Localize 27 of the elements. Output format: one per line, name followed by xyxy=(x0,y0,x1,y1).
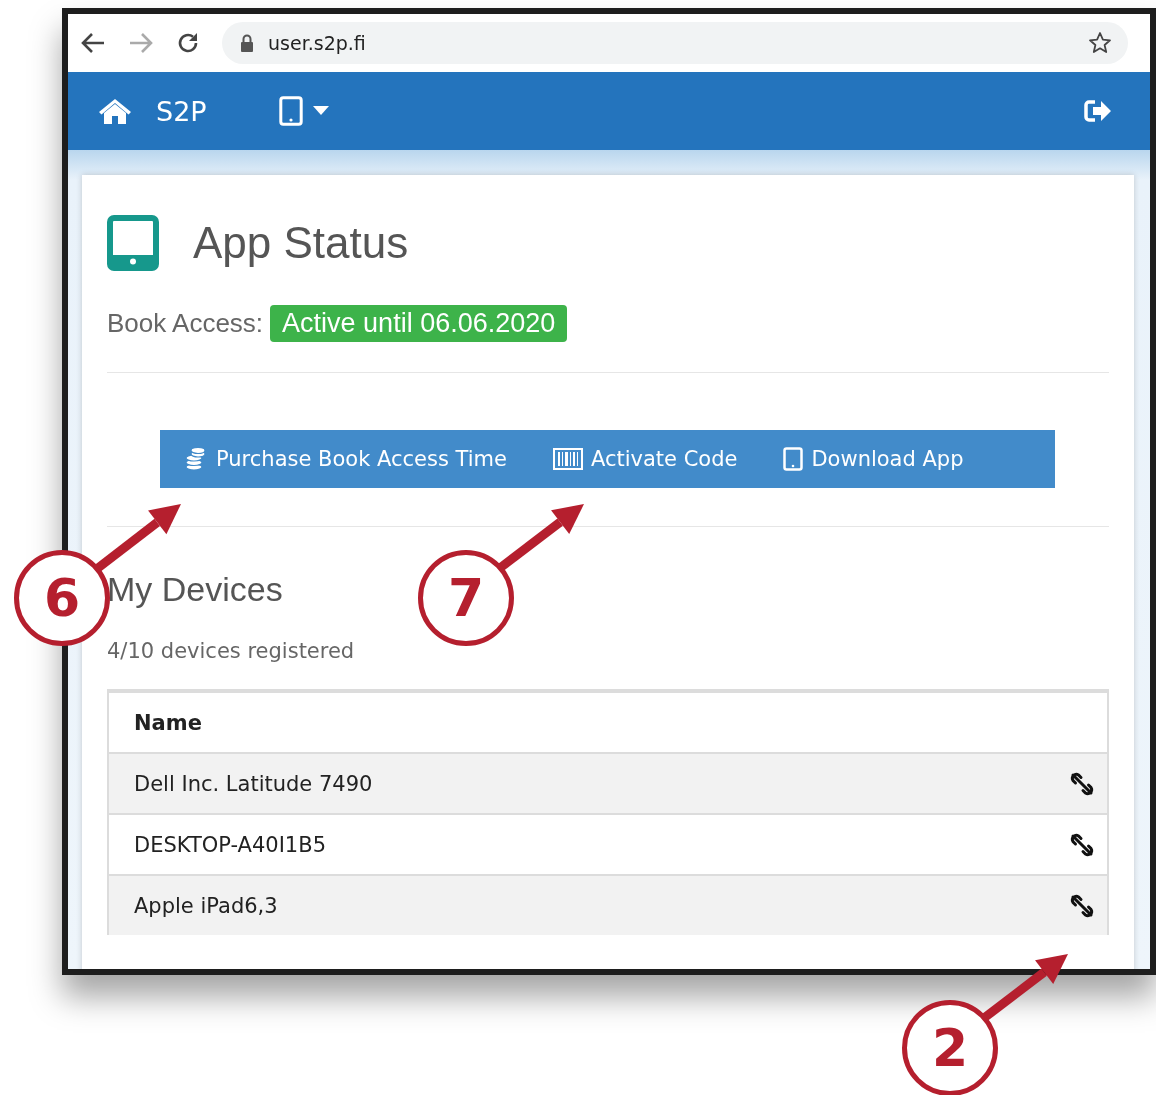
unlink-icon[interactable] xyxy=(1069,770,1095,797)
barcode-icon xyxy=(552,448,583,470)
tablet-icon xyxy=(783,447,804,471)
caret-icon[interactable] xyxy=(312,106,329,116)
page-title: App Status xyxy=(193,218,409,268)
unlink-icon[interactable] xyxy=(1069,831,1095,858)
star-icon[interactable] xyxy=(1088,31,1112,55)
table-cell-text: DESKTOP-A40I1B5 xyxy=(134,832,327,857)
lock-icon xyxy=(240,34,254,52)
table-cell-text: Dell Inc. Latitude 7490 xyxy=(134,771,374,796)
back-icon[interactable] xyxy=(80,31,106,55)
unlink-icon[interactable] xyxy=(1069,892,1095,919)
coins-icon xyxy=(184,447,208,471)
reload-icon[interactable] xyxy=(176,31,200,55)
access-status-badge: Active until 06.06.2020 xyxy=(270,305,568,342)
section-title: My Devices xyxy=(107,570,283,609)
callout-number: 6 xyxy=(14,550,110,646)
tablet-icon[interactable] xyxy=(278,96,303,126)
tablet-icon xyxy=(107,215,159,271)
device-count: 4/10 devices registered xyxy=(107,639,356,663)
table-cell-text: Apple iPad6,3 xyxy=(134,893,279,918)
column-header: Name xyxy=(134,710,203,735)
home-icon[interactable] xyxy=(98,97,132,125)
access-label: Book Access: xyxy=(107,308,264,339)
brand-link[interactable]: S2P xyxy=(156,95,207,127)
callout-number: 2 xyxy=(902,1000,998,1095)
logout-icon[interactable] xyxy=(1084,99,1112,123)
